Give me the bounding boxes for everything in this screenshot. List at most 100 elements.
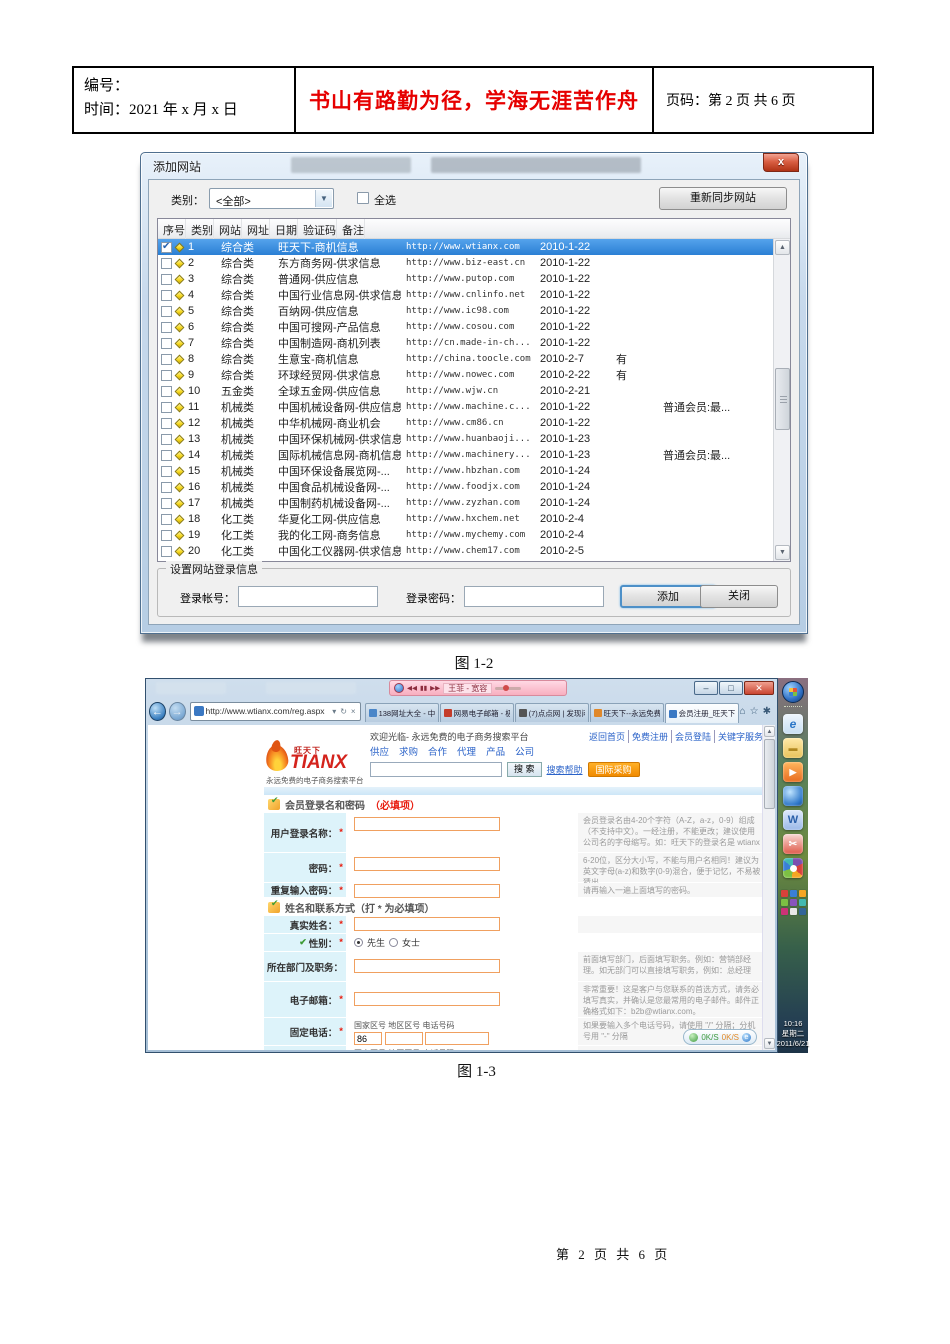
tab-wtianx-home[interactable]: 旺天下--永远免费电.. <box>589 703 664 722</box>
gender-male-radio[interactable] <box>354 938 363 947</box>
scroll-up-icon[interactable]: ▲ <box>775 240 790 255</box>
username-input[interactable] <box>354 817 500 831</box>
table-scrollbar[interactable]: ▲ ▼ <box>773 239 790 561</box>
row-checkbox[interactable] <box>161 497 172 509</box>
search-input[interactable] <box>370 762 502 777</box>
table-row[interactable]: 4 综合类 中国行业信息网-供求信息 http://www.cnlinfo.ne… <box>158 287 790 303</box>
tray-icon[interactable] <box>780 908 788 915</box>
select-all-checkbox[interactable] <box>357 192 369 204</box>
refresh-icon[interactable]: ↻ <box>339 707 348 716</box>
link-keyword[interactable]: 关键字服务 <box>713 730 766 743</box>
scrollbar-thumb[interactable] <box>775 367 790 430</box>
next-track-icon[interactable]: ▶▶ <box>430 684 440 692</box>
row-checkbox[interactable] <box>161 289 172 301</box>
table-row[interactable]: 20 化工类 中国化工仪器网-供求信息 http://www.chem17.co… <box>158 543 790 559</box>
row-checkbox[interactable] <box>161 385 172 397</box>
tab-138-daquan[interactable]: 138网址大全 - 中国最.. <box>364 703 439 722</box>
password2-input[interactable] <box>354 884 500 898</box>
password-input[interactable] <box>354 857 500 871</box>
column-header[interactable]: 备注 <box>337 219 365 239</box>
pause-icon[interactable]: ▮▮ <box>420 684 427 692</box>
row-checkbox[interactable] <box>161 417 172 429</box>
column-header[interactable]: 日期 <box>270 219 298 239</box>
table-row[interactable]: 6 综合类 中国可搜网-产品信息 http://www.cosou.com 20… <box>158 319 790 335</box>
chevron-down-icon[interactable]: ▼ <box>315 190 332 207</box>
nav-agent[interactable]: 代理 <box>457 744 476 758</box>
table-row[interactable]: 3 综合类 普通网-供应信息 http://www.putop.com 2010… <box>158 271 790 287</box>
network-speed-widget[interactable]: 0K/S 0K/S e <box>683 1029 757 1045</box>
realname-input[interactable] <box>354 917 500 931</box>
ie-icon[interactable]: e <box>783 714 803 734</box>
row-checkbox[interactable] <box>161 337 172 349</box>
table-row[interactable]: 18 化工类 华夏化工网-供应信息 http://www.hxchem.net … <box>158 511 790 527</box>
row-checkbox[interactable] <box>161 369 172 381</box>
column-header[interactable]: 类别 <box>186 219 214 239</box>
table-row[interactable]: 7 综合类 中国制造网-商机列表 http://cn.made-in-ch...… <box>158 335 790 351</box>
phone-area-input[interactable] <box>384 1032 423 1045</box>
tray-icon[interactable] <box>780 890 788 897</box>
scroll-down-icon[interactable]: ▼ <box>775 545 790 560</box>
resync-websites-button[interactable]: 重新同步网站 <box>659 187 787 210</box>
row-checkbox[interactable] <box>161 241 172 253</box>
row-checkbox[interactable] <box>161 465 172 477</box>
browser-sphere-icon[interactable] <box>783 786 803 806</box>
nav-supply[interactable]: 供应 <box>370 744 389 758</box>
column-header[interactable]: 网站 <box>214 219 242 239</box>
close-icon[interactable]: ✕ <box>744 681 774 695</box>
search-button[interactable]: 搜 索 <box>507 762 542 777</box>
maximize-icon[interactable]: □ <box>719 681 743 695</box>
table-row[interactable]: 9 综合类 环球经贸网-供求信息 http://www.nowec.com 20… <box>158 367 790 383</box>
tray-icon[interactable] <box>798 899 806 906</box>
phone-country-input[interactable] <box>354 1032 382 1045</box>
scrollbar-thumb[interactable] <box>764 739 775 809</box>
picasa-icon[interactable] <box>783 858 803 878</box>
scroll-down-icon[interactable]: ▼ <box>764 1038 775 1049</box>
row-checkbox[interactable] <box>161 545 172 557</box>
site-logo[interactable]: 旺天下 TIANX 永远免费的电子商务搜索平台 <box>264 743 370 785</box>
nav-coop[interactable]: 合作 <box>428 744 447 758</box>
stop-icon[interactable]: × <box>350 707 357 716</box>
row-checkbox[interactable] <box>161 433 172 445</box>
windows-start-icon[interactable] <box>782 681 804 703</box>
table-row[interactable]: 15 机械类 中国环保设备展览网-... http://www.hbzhan.c… <box>158 463 790 479</box>
home-icon[interactable]: ⌂ <box>740 706 746 717</box>
table-row[interactable]: 17 机械类 中国制药机械设备网-... http://www.zyzhan.c… <box>158 495 790 511</box>
dialog-titlebar[interactable]: 添加网站 x <box>141 153 807 179</box>
link-home[interactable]: 返回首页 <box>586 730 628 743</box>
close-button[interactable]: 关闭 <box>700 585 778 608</box>
row-checkbox[interactable] <box>161 481 172 493</box>
category-dropdown[interactable]: <全部> ▼ <box>209 188 334 209</box>
scroll-up-icon[interactable]: ▲ <box>764 726 775 737</box>
row-checkbox[interactable] <box>161 305 172 317</box>
table-row[interactable]: 13 机械类 中国环保机械网-供求信息 http://www.huanbaoji… <box>158 431 790 447</box>
email-input[interactable] <box>354 992 500 1006</box>
tray-icon[interactable] <box>798 908 806 915</box>
password-input[interactable] <box>464 586 604 607</box>
table-row[interactable]: 14 机械类 国际机械信息网-商机信息 http://www.machinery… <box>158 447 790 463</box>
table-row[interactable]: 5 综合类 百纳网-供应信息 http://www.ic98.com 2010-… <box>158 303 790 319</box>
tray-icon[interactable] <box>789 908 797 915</box>
gear-icon[interactable]: ✱ <box>763 706 771 717</box>
table-row[interactable]: 8 综合类 生意宝-商机信息 http://china.toocle.com 2… <box>158 351 790 367</box>
tray-icon[interactable] <box>798 890 806 897</box>
table-row[interactable]: 2 综合类 东方商务网-供求信息 http://www.biz-east.cn … <box>158 255 790 271</box>
favorites-star-icon[interactable]: ☆ <box>750 706 759 717</box>
link-login[interactable]: 会员登陆 <box>670 730 714 743</box>
back-icon[interactable]: ← <box>149 701 166 721</box>
table-row[interactable]: 16 机械类 中国食品机械设备网-... http://www.foodjx.c… <box>158 479 790 495</box>
tab-diandian[interactable]: (7)点点网 | 发现问... <box>514 703 589 722</box>
forward-icon[interactable]: → <box>168 701 186 721</box>
department-input[interactable] <box>354 959 500 973</box>
nav-buy[interactable]: 求购 <box>399 744 418 758</box>
previous-track-icon[interactable]: ◀◀ <box>407 684 417 692</box>
folder-icon[interactable]: ▬ <box>783 738 803 758</box>
row-checkbox[interactable] <box>161 529 172 541</box>
close-icon[interactable]: x <box>763 153 799 172</box>
word-icon[interactable]: W <box>783 810 803 830</box>
nav-company[interactable]: 公司 <box>515 744 534 758</box>
gender-female-radio[interactable] <box>389 938 399 947</box>
volume-slider[interactable] <box>495 684 522 691</box>
row-checkbox[interactable] <box>161 353 172 365</box>
row-checkbox[interactable] <box>161 321 172 333</box>
table-row[interactable]: 12 机械类 中华机械网-商业机会 http://www.cm86.cn 201… <box>158 415 790 431</box>
